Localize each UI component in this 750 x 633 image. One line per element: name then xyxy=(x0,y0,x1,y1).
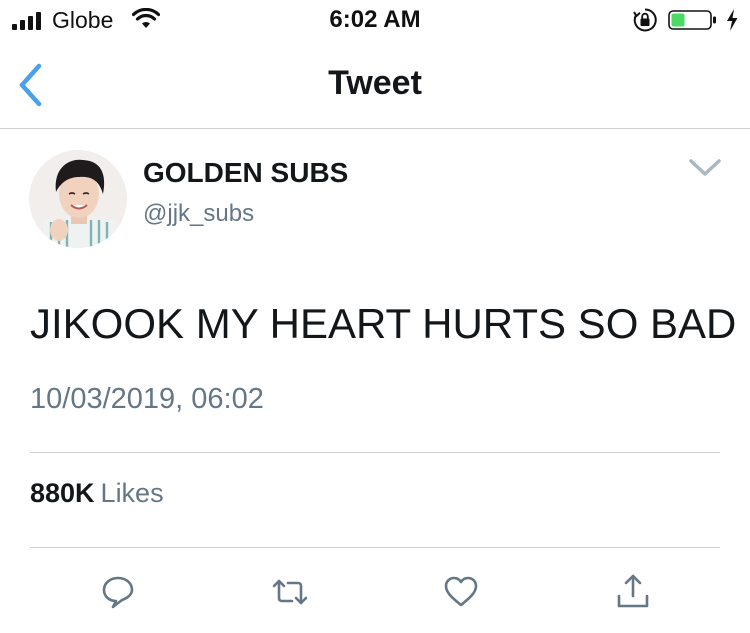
charging-bolt-icon xyxy=(727,9,738,31)
user-handle[interactable]: @jjk_subs xyxy=(143,200,254,228)
share-icon xyxy=(617,574,649,608)
likes-row[interactable]: 880K Likes xyxy=(30,478,164,509)
orientation-lock-icon xyxy=(633,8,657,32)
avatar-image xyxy=(29,150,127,248)
like-button[interactable] xyxy=(441,572,481,612)
chevron-down-icon xyxy=(689,159,721,176)
likes-label: Likes xyxy=(100,478,164,508)
display-name[interactable]: GOLDEN SUBS xyxy=(143,157,348,189)
avatar[interactable] xyxy=(29,150,127,248)
divider xyxy=(30,547,720,548)
heart-icon xyxy=(444,576,478,607)
tweet-timestamp: 10/03/2019, 06:02 xyxy=(30,383,264,415)
retweet-icon xyxy=(272,579,308,605)
tweet-menu-button[interactable] xyxy=(686,155,724,181)
divider xyxy=(30,452,720,453)
reply-button[interactable] xyxy=(98,572,138,612)
likes-count: 880K xyxy=(30,478,95,508)
reply-icon xyxy=(102,576,134,609)
status-bar: Globe 6:02 AM xyxy=(0,0,750,40)
nav-bar: Tweet xyxy=(0,40,750,129)
page-title: Tweet xyxy=(328,64,422,102)
share-button[interactable] xyxy=(613,572,653,612)
retweet-button[interactable] xyxy=(270,572,310,612)
battery-icon xyxy=(668,10,716,30)
tweet-text: JIKOOK MY HEART HURTS SO BAD xyxy=(30,300,737,347)
